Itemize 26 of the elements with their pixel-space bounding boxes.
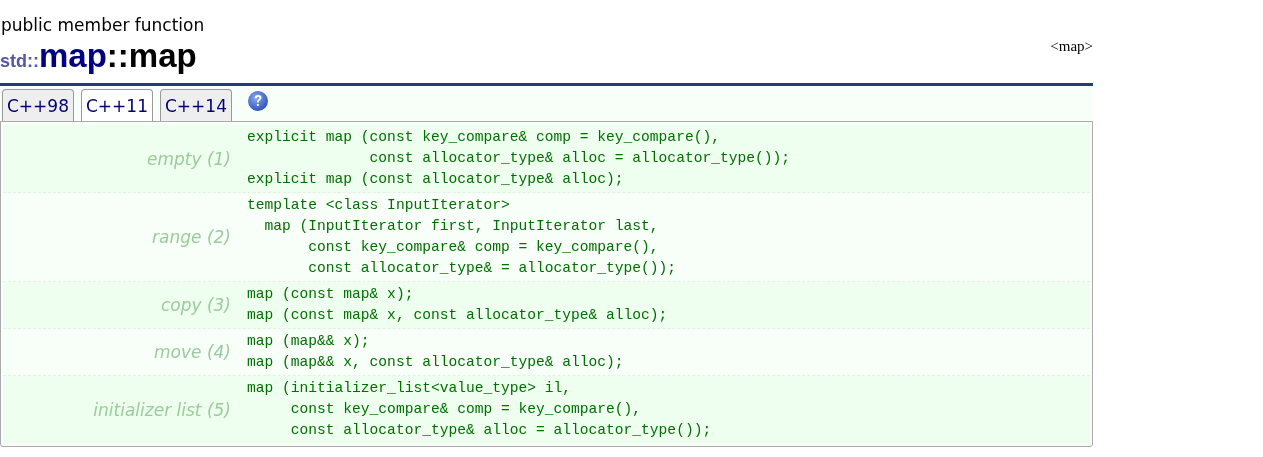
code-line: template <class InputIterator> — [247, 196, 511, 215]
member-kind-label: public member function — [0, 14, 205, 36]
code-line: map (InputIterator first, InputIterator last, — [263, 217, 660, 236]
code-line: map (const map& x, const allocator_type& alloc); — [247, 306, 668, 325]
code-line: map (const map& x); — [247, 285, 415, 304]
page-title: std::map::map — [0, 36, 198, 76]
code-line: const key_compare& comp = key_compare(), — [289, 400, 643, 419]
overload-label: copy (3) — [159, 294, 232, 317]
overload-label: move (4) — [153, 341, 232, 364]
overload-label: empty (1) — [145, 147, 232, 171]
header-link[interactable]: <map> — [1050, 38, 1093, 55]
code-line: explicit map (const key_compare& comp = key_compare(), — [247, 128, 721, 147]
code-line: explicit map (const allocator_type& alloc); — [247, 170, 625, 189]
code-line: const key_compare& comp = key_compare(), — [307, 238, 660, 257]
code-line: const allocator_type& = allocator_type()); — [307, 259, 677, 278]
code-line: const allocator_type& alloc = allocator_type()); — [368, 149, 790, 168]
version-tab[interactable]: C++14 — [160, 89, 232, 121]
overload-label: range (2) — [151, 226, 232, 249]
version-tab[interactable]: C++11 — [81, 89, 153, 121]
code-line: const allocator_type& alloc = allocator_type()); — [289, 421, 712, 440]
version-tab[interactable]: C++98 — [2, 89, 74, 121]
code-line: map (initializer_list<value_type> il, — [247, 379, 573, 398]
overload-label: initializer list (5) — [92, 398, 232, 422]
code-line: map (map&& x, const allocator_type& alloc); — [247, 353, 624, 372]
help-icon[interactable] — [247, 90, 269, 112]
code-line: map (map&& x); — [247, 332, 371, 351]
